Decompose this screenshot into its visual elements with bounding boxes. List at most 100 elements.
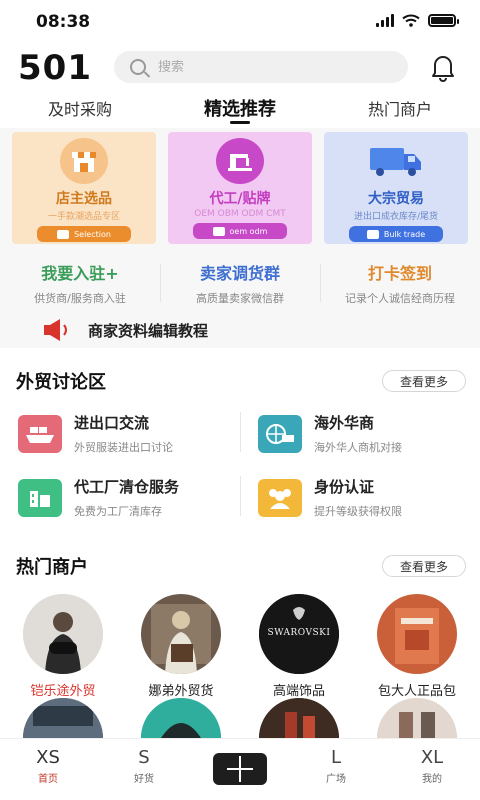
goods-size-icon: S (138, 747, 150, 768)
tabbar-label: 我的 (422, 774, 442, 785)
tabbar-mine[interactable]: XL 我的 (384, 739, 480, 800)
merchant-avatar: SWAROVSKI (259, 594, 339, 674)
action-subtitle: 供货商/服务商入驻 (34, 292, 126, 305)
tab-timely-purchase[interactable]: 及时采购 (0, 92, 160, 128)
forum-item-title: 身份认证 (314, 478, 375, 496)
plus-icon[interactable] (213, 753, 267, 785)
card-oem[interactable]: 代工/贴牌 OEM OBM ODM CMT oem odm (168, 132, 312, 244)
merchant-name: 铠乐途外贸 (30, 684, 96, 699)
forum-item-overseas-chinese[interactable]: 海外华商 海外华人商机对接 (258, 412, 402, 455)
forum-item-subtitle: 外贸服装进出口讨论 (74, 441, 173, 454)
merchant-item[interactable]: 包大人正品包 (362, 594, 472, 699)
card-title: 店主选品 (56, 191, 112, 207)
oem-button[interactable]: oem odm (193, 223, 287, 239)
card-subtitle: OEM OBM ODM CMT (194, 209, 286, 219)
forum-divider (240, 412, 241, 452)
top-tabs: 及时采购 精选推荐 热门商户 (0, 92, 480, 128)
status-time: 08:38 (36, 12, 91, 32)
sewing-machine-icon (216, 138, 264, 184)
merchant-avatar (141, 594, 221, 674)
card-button-label: Selection (74, 229, 111, 239)
merchant-item[interactable]: 铠乐途外贸 (8, 594, 118, 699)
tab-hot-merchants[interactable]: 热门商户 (320, 92, 480, 128)
card-title: 代工/贴牌 (209, 191, 271, 207)
bottom-tab-bar: XS 首页 S 好货 L 广场 XL 我的 (0, 738, 480, 800)
globe-truck-icon (258, 414, 302, 453)
speaker-icon (44, 319, 67, 341)
app-logo: 501 (18, 48, 92, 88)
status-icons (376, 14, 459, 27)
merchant-name: 娜弟外贸货 (148, 684, 214, 699)
forum-more-button[interactable]: 查看更多 (382, 370, 466, 392)
join-action[interactable]: 我要入驻+ 供货商/服务商入驻 (0, 260, 160, 308)
home-size-icon: XS (36, 747, 60, 768)
people-icon (258, 478, 302, 517)
card-button-label: Bulk trade (383, 229, 426, 239)
mine-size-icon: XL (420, 747, 444, 768)
selection-button[interactable]: Selection (37, 226, 131, 242)
tabbar-home[interactable]: XS 首页 (0, 739, 96, 800)
tabbar-square[interactable]: L 广场 (288, 739, 384, 800)
forum-item-factory-clearance[interactable]: 代工厂清仓服务 免费为工厂清库存 (18, 476, 179, 519)
swarovski-logo-text: SWAROVSKI (267, 628, 331, 638)
truck-icon (370, 138, 421, 184)
bell-icon[interactable] (426, 50, 460, 84)
forum-item-title: 代工厂清仓服务 (74, 478, 180, 496)
merchant-name: 高端饰品 (272, 684, 325, 699)
sofa-icon (57, 229, 70, 239)
tabbar-publish[interactable] (192, 739, 288, 800)
forum-item-subtitle: 海外华人商机对接 (314, 441, 402, 454)
square-size-icon: L (330, 747, 342, 768)
merchant-item[interactable]: 娜弟外贸货 (126, 594, 236, 699)
action-subtitle: 高质量卖家微信群 (196, 292, 284, 305)
card-subtitle: 进出口成衣库存/尾货 (353, 212, 439, 222)
search-icon (130, 59, 146, 75)
tabbar-label: 好货 (134, 774, 154, 785)
search-bar[interactable] (114, 51, 408, 83)
merchant-avatar (377, 594, 457, 674)
building-icon (366, 229, 379, 239)
action-title: 打卡签到 (367, 264, 432, 283)
card-store-selection[interactable]: 店主选品 一手款潮选品专区 Selection (12, 132, 156, 244)
forum-divider (240, 476, 241, 516)
tutorial-link[interactable]: 商家资料编辑教程 (42, 318, 208, 342)
action-title: 卖家调货群 (199, 264, 280, 283)
merchant-name: 包大人正品包 (377, 684, 456, 699)
card-bulk-trade[interactable]: 大宗贸易 进出口成衣库存/尾货 Bulk trade (324, 132, 468, 244)
battery-icon (428, 14, 459, 27)
cellular-signal-icon (376, 14, 394, 27)
search-input[interactable] (158, 59, 378, 75)
tabbar-goods[interactable]: S 好货 (96, 739, 192, 800)
forum-item-subtitle: 提升等级获得权限 (314, 505, 402, 518)
forum-item-import-export[interactable]: 进出口交流 外贸服装进出口讨论 (18, 412, 173, 455)
merchant-item[interactable]: SWAROVSKI 高端饰品 (244, 594, 354, 699)
forum-item-identity[interactable]: 身份认证 提升等级获得权限 (258, 476, 402, 519)
check-in-action[interactable]: 打卡签到 记录个人诚信经商历程 (320, 260, 480, 308)
wifi-icon (402, 14, 420, 27)
quick-actions: 我要入驻+ 供货商/服务商入驻 卖家调货群 高质量卖家微信群 打卡签到 记录个人… (0, 260, 480, 308)
sewing-machine-icon (212, 226, 225, 236)
status-bar: 08:38 (0, 0, 480, 44)
forum-item-subtitle: 免费为工厂清库存 (74, 505, 162, 518)
action-subtitle: 记录个人诚信经商历程 (345, 292, 455, 305)
forum-section-title: 外贸讨论区 (16, 372, 106, 393)
action-title: 我要入驻+ (41, 264, 119, 283)
forum-item-title: 海外华商 (314, 414, 375, 432)
merchants-more-button[interactable]: 查看更多 (382, 555, 466, 577)
tab-featured[interactable]: 精选推荐 (160, 92, 320, 128)
card-button-label: oem odm (229, 226, 268, 236)
merchants-section-title: 热门商户 (16, 557, 88, 578)
seller-group-action[interactable]: 卖家调货群 高质量卖家微信群 (160, 260, 320, 308)
tabbar-label: 广场 (326, 774, 346, 785)
tutorial-label: 商家资料编辑教程 (88, 321, 209, 340)
card-title: 大宗贸易 (368, 191, 424, 207)
shop-icon (60, 138, 108, 184)
header: 501 (0, 44, 480, 90)
feature-cards: 店主选品 一手款潮选品专区 Selection 代工/贴牌 OEM OBM OD… (12, 132, 468, 244)
bulk-trade-button[interactable]: Bulk trade (349, 226, 443, 242)
merchant-avatar (23, 594, 103, 674)
forum-item-title: 进出口交流 (74, 414, 150, 432)
factory-icon (18, 478, 62, 517)
tabbar-label: 首页 (38, 774, 58, 785)
card-subtitle: 一手款潮选品专区 (47, 212, 120, 222)
